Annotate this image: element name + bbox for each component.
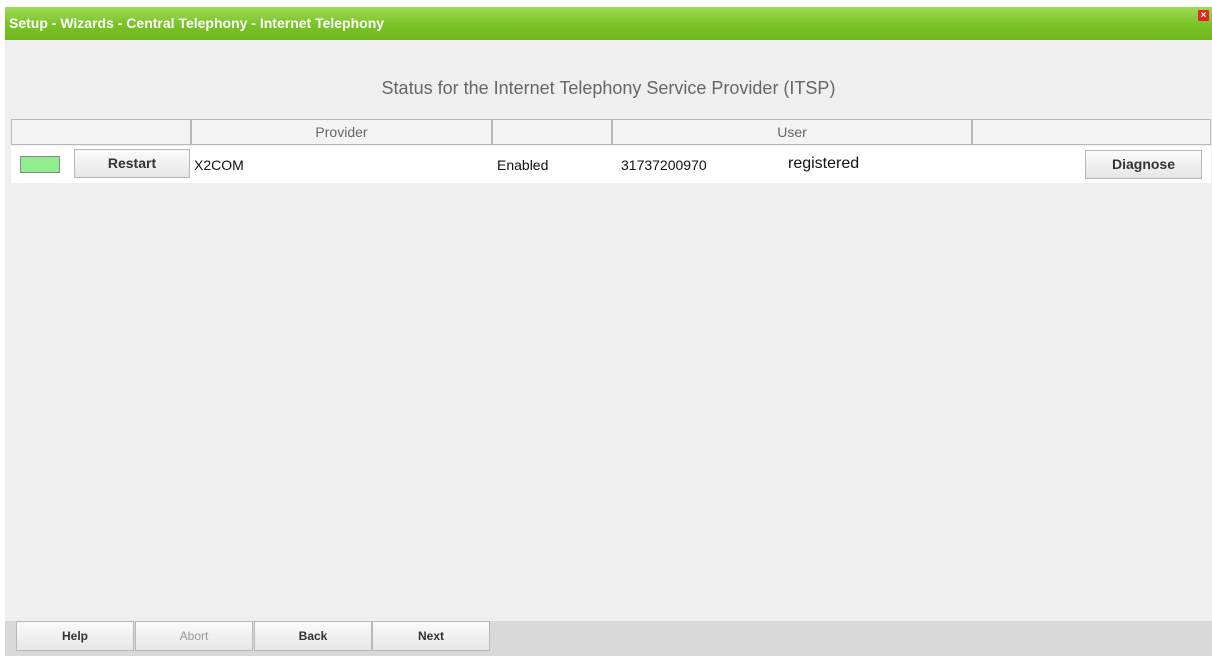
column-header-actions (972, 119, 1211, 145)
column-header-status (11, 119, 191, 145)
registration-status: registered (788, 155, 860, 172)
close-icon[interactable]: × (1198, 10, 1209, 21)
next-button[interactable]: Next (372, 621, 490, 651)
abort-button[interactable]: Abort (135, 621, 253, 651)
window-title: Setup - Wizards - Central Telephony - In… (9, 15, 385, 31)
help-button[interactable]: Help (16, 621, 134, 651)
table-row: Restart X2COM Enabled 31737200970 regist… (11, 146, 1211, 183)
top-strip (0, 0, 1212, 7)
column-header-user: User (612, 119, 972, 145)
diagnose-button[interactable]: Diagnose (1085, 150, 1202, 179)
user-number: 31737200970 (621, 157, 707, 173)
status-indicator (20, 156, 60, 173)
page-title: Status for the Internet Telephony Servic… (381, 78, 836, 98)
provider-state: Enabled (497, 157, 549, 173)
column-header-provider: Provider (191, 119, 492, 145)
back-button[interactable]: Back (254, 621, 372, 651)
column-header-state (492, 119, 612, 145)
restart-button[interactable]: Restart (74, 149, 190, 178)
window-titlebar: Setup - Wizards - Central Telephony - In… (5, 7, 1212, 40)
provider-name: X2COM (194, 157, 244, 173)
main-panel: Status for the Internet Telephony Servic… (5, 40, 1212, 621)
footer-bar: Help Abort Back Next (5, 621, 1212, 656)
